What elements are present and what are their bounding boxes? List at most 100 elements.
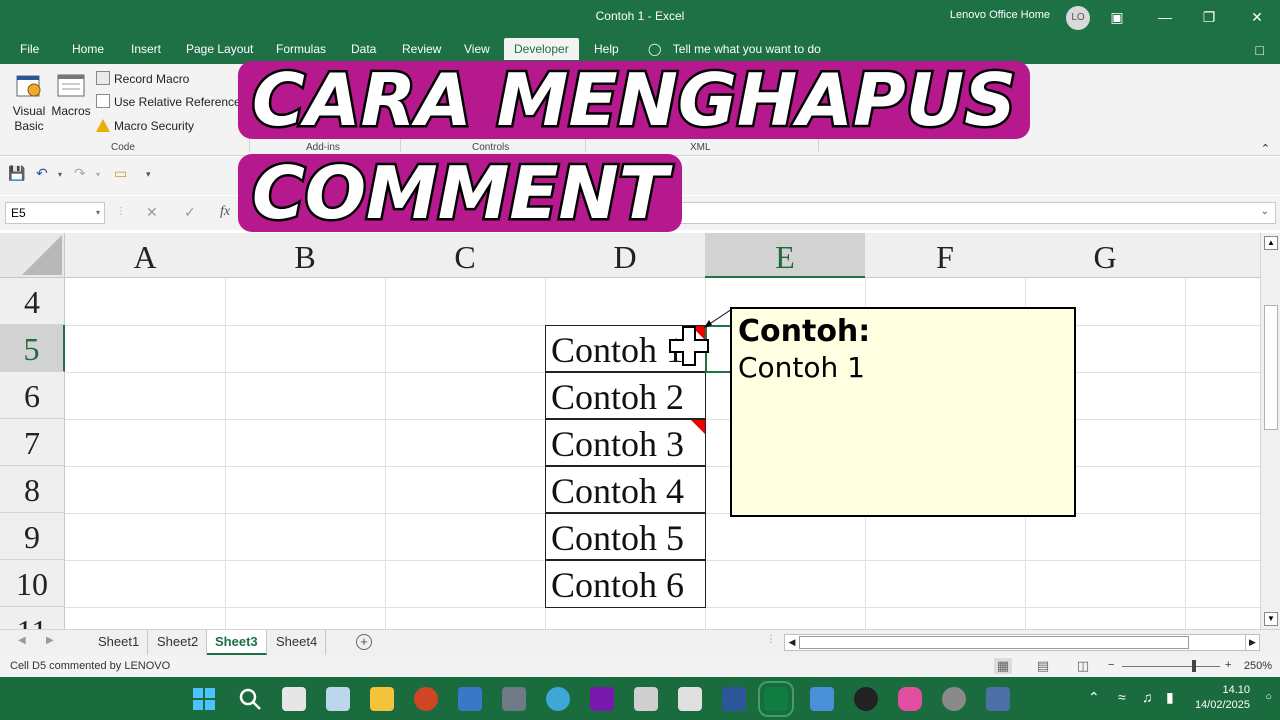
redo-icon[interactable]: ↷ [74,165,86,182]
onenote-icon[interactable] [590,687,614,711]
excel-icon[interactable] [758,681,794,717]
account-name[interactable]: Lenovo Office Home [950,9,1050,21]
insert-function-icon[interactable]: fx [220,204,230,220]
volume-icon[interactable]: ♫ [1142,689,1153,705]
prev-sheet-icon[interactable]: ◀ [18,635,26,646]
column-header-c[interactable]: C [385,233,546,278]
collapse-ribbon-icon[interactable]: ⌃ [1261,142,1270,155]
record-macro-button[interactable]: Record Macro [96,69,189,89]
scroll-right-icon[interactable]: ▶ [1245,635,1259,650]
obs-icon[interactable] [854,687,878,711]
macro-security-button[interactable]: Macro Security [96,116,194,136]
column-header-b[interactable]: B [225,233,386,278]
enter-icon[interactable]: ✓ [184,204,196,221]
row-header-10[interactable]: 10 [0,560,65,607]
column-header-e[interactable]: E [705,233,866,278]
vertical-scroll-thumb[interactable] [1264,305,1278,430]
copilot-icon[interactable] [898,687,922,711]
show-hidden-icons-icon[interactable]: ⌃ [1088,689,1100,706]
browser-icon[interactable] [546,687,570,711]
page-break-view-icon[interactable]: ◫ [1074,658,1092,674]
network-share-icon[interactable] [986,687,1010,711]
zoom-level[interactable]: 250% [1244,660,1272,672]
avatar[interactable]: LO [1066,6,1090,30]
zoom-slider-knob[interactable] [1192,660,1196,672]
system-clock[interactable]: 14.10 14/02/2025 [1195,683,1250,713]
tab-developer[interactable]: Developer [504,38,579,60]
row-header-8[interactable]: 8 [0,466,65,513]
cancel-icon[interactable]: ✕ [146,204,158,221]
file-explorer-icon[interactable] [370,687,394,711]
word-icon[interactable] [722,687,746,711]
cell-d9[interactable]: Contoh 5 [545,513,706,560]
powerpoint-icon[interactable] [414,687,438,711]
relative-references-button[interactable]: Use Relative References [96,92,247,112]
zoom-out-icon[interactable]: − [1108,659,1114,671]
normal-view-icon[interactable]: ▦ [994,658,1012,674]
column-header-a[interactable]: A [65,233,226,278]
scanner-icon[interactable] [678,687,702,711]
search-icon[interactable] [238,687,262,711]
windows-start-icon[interactable] [192,687,216,711]
tab-home[interactable]: Home [72,42,104,64]
photos-icon[interactable] [326,687,350,711]
redo-dropdown-icon[interactable]: ▾ [96,170,100,179]
horizontal-scroll-thumb[interactable] [799,636,1189,649]
zoom-in-icon[interactable]: + [1225,659,1231,671]
horizontal-scrollbar[interactable]: ◀ ▶ [784,634,1260,651]
tab-split-handle-icon[interactable]: ⋮ [766,634,776,645]
printer-icon[interactable] [634,687,658,711]
tab-insert[interactable]: Insert [131,42,161,64]
comments-icon[interactable]: □ [1256,42,1264,58]
battery-icon[interactable]: ▮ [1166,689,1174,706]
scroll-left-icon[interactable]: ◀ [785,635,799,650]
sheet-tab-sheet3[interactable]: Sheet3 [207,630,267,655]
row-header-6[interactable]: 6 [0,372,65,419]
close-icon[interactable]: ✕ [1242,5,1272,29]
page-layout-view-icon[interactable]: ▤ [1034,658,1052,674]
row-header-9[interactable]: 9 [0,513,65,560]
cell-d6[interactable]: Contoh 2 [545,372,706,419]
paste-icon[interactable]: ▭ [114,165,127,182]
notifications-icon[interactable]: ○ [1265,691,1272,703]
zoom-slider[interactable] [1122,660,1220,672]
comment-box[interactable]: Contoh: Contoh 1 [730,307,1076,517]
cell-d8[interactable]: Contoh 4 [545,466,706,513]
row-header-4[interactable]: 4 [0,278,65,325]
name-box-dropdown-icon[interactable]: ▾ [96,203,100,223]
visual-basic-button[interactable]: Visual Basic [8,70,50,134]
scroll-down-icon[interactable]: ▼ [1264,612,1278,626]
minimize-icon[interactable]: — [1150,5,1180,29]
next-sheet-icon[interactable]: ▶ [46,635,54,646]
remote-desktop-icon[interactable] [458,687,482,711]
task-view-icon[interactable] [282,687,306,711]
new-sheet-button[interactable]: + [356,634,372,650]
customize-toolbar-icon[interactable]: ▾ [146,169,151,180]
row-header-5[interactable]: 5 [0,325,65,372]
column-header-h[interactable] [1185,233,1260,278]
vertical-scrollbar[interactable]: ▲ ▼ [1260,233,1280,629]
tab-file[interactable]: File [20,42,39,64]
row-header-7[interactable]: 7 [0,419,65,466]
column-header-d[interactable]: D [545,233,706,278]
scroll-up-icon[interactable]: ▲ [1264,236,1278,250]
column-header-g[interactable]: G [1025,233,1186,278]
worksheet-grid[interactable]: A B C D E F G 4 5 6 7 8 9 10 11 Contoh 1… [0,233,1260,629]
cell-d10[interactable]: Contoh 6 [545,560,706,608]
tell-me-search[interactable]: ◯ Tell me what you want to do [648,42,821,56]
sheet-tab-sheet1[interactable]: Sheet1 [90,630,149,655]
settings-icon[interactable] [942,687,966,711]
wifi-icon[interactable]: ≈ [1118,689,1126,705]
name-box[interactable]: E5 ▾ [5,202,105,224]
undo-icon[interactable]: ↶ [36,165,48,182]
macros-button[interactable]: Macros [50,70,92,119]
row-header-11[interactable]: 11 [0,607,65,629]
ribbon-display-icon[interactable]: ▣ [1102,5,1132,29]
save-icon[interactable]: 💾 [8,165,25,182]
select-all-button[interactable] [0,233,65,278]
expand-formula-icon[interactable]: ⌄ [1261,206,1269,217]
restore-icon[interactable]: ❐ [1194,5,1224,29]
network-app-icon[interactable] [502,687,526,711]
image-editor-icon[interactable] [810,687,834,711]
sheet-tab-sheet4[interactable]: Sheet4 [268,630,327,655]
